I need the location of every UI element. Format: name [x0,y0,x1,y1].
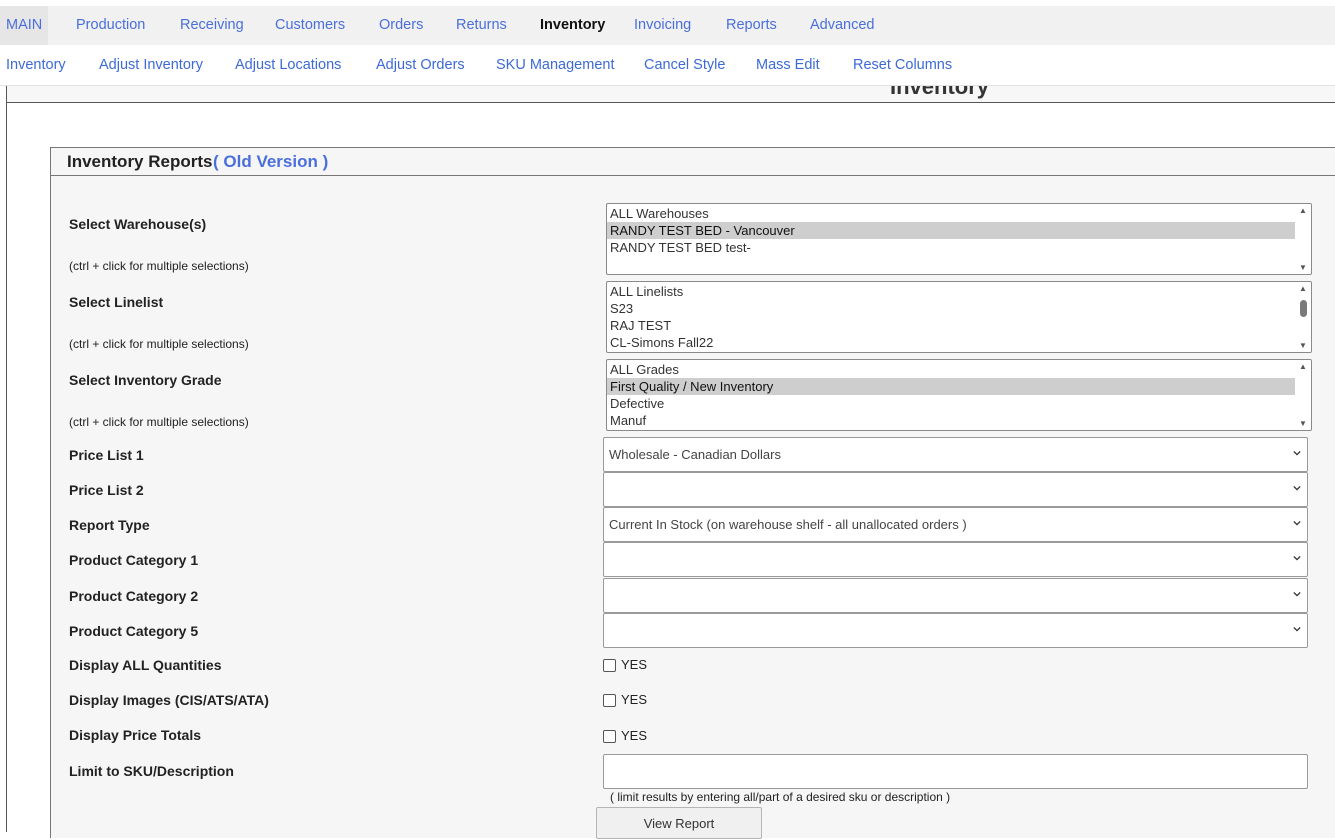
scroll-down-icon[interactable]: ▼ [1299,419,1307,428]
page-header: Inventory [6,86,1335,103]
warehouse-label: Select Warehouse(s) [69,216,207,232]
subnav-adjust-locations[interactable]: Adjust Locations [235,45,341,85]
report-type-select[interactable]: Current In Stock (on warehouse shelf - a… [603,507,1308,542]
category-2-select[interactable] [603,578,1308,613]
price-list-1-value: Wholesale - Canadian Dollars [609,447,781,462]
display-totals-option: YES [621,728,648,743]
category-1-label: Product Category 1 [69,552,199,568]
grade-option[interactable]: ALL Grades [607,361,1295,378]
scrollbar[interactable]: ▲ ▼ [1296,204,1311,274]
chevron-down-icon [1293,591,1301,597]
category-2-label: Product Category 2 [69,588,199,604]
sku-limit-input[interactable] [603,754,1308,789]
subnav-adjust-inventory[interactable]: Adjust Inventory [99,45,203,85]
price-list-2-select[interactable] [603,472,1308,507]
subnav-cancel-style[interactable]: Cancel Style [644,45,725,85]
chevron-down-icon [1293,450,1301,456]
top-nav: MAIN Production Receiving Customers Orde… [0,6,1335,45]
linelist-option[interactable]: RAJ TEST [607,317,1295,334]
report-type-value: Current In Stock (on warehouse shelf - a… [609,517,967,532]
old-version-link[interactable]: ( Old Version ) [213,152,328,172]
grade-option[interactable]: Defective [607,395,1295,412]
subnav-inventory[interactable]: Inventory [6,45,66,85]
panel-title: Inventory Reports [67,152,213,171]
chevron-down-icon [1293,520,1301,526]
nav-receiving[interactable]: Receiving [180,6,244,45]
report-type-label: Report Type [69,517,150,533]
chevron-down-icon [1293,555,1301,561]
nav-orders[interactable]: Orders [379,6,423,45]
nav-main[interactable]: MAIN [0,6,49,45]
display-all-option: YES [621,657,648,672]
sub-nav: Inventory Adjust Inventory Adjust Locati… [0,45,1335,86]
view-report-button[interactable]: View Report [596,807,762,839]
scroll-down-icon[interactable]: ▼ [1299,341,1307,350]
nav-invoicing[interactable]: Invoicing [634,6,691,45]
nav-inventory[interactable]: Inventory [540,6,605,45]
nav-returns[interactable]: Returns [456,6,507,45]
category-5-label: Product Category 5 [69,623,199,639]
scroll-down-icon[interactable]: ▼ [1299,263,1307,272]
display-all-checkbox[interactable] [603,659,616,672]
scrollbar[interactable]: ▲ ▼ [1296,360,1311,430]
warehouse-option[interactable]: ALL Warehouses [607,205,1295,222]
warehouse-option[interactable]: RANDY TEST BED test- [607,239,1295,256]
panel-header: Inventory Reports ( Old Version ) [51,148,1335,176]
subnav-sku-management[interactable]: SKU Management [496,45,614,85]
frame-border [6,86,7,832]
page-title: Inventory [890,86,990,99]
category-5-select[interactable] [603,613,1308,648]
linelist-select[interactable]: ALL Linelists S23 RAJ TEST CL-Simons Fal… [606,281,1312,353]
grade-select[interactable]: ALL Grades First Quality / New Inventory… [606,359,1312,431]
grade-hint: (ctrl + click for multiple selections) [69,415,249,429]
linelist-hint: (ctrl + click for multiple selections) [69,337,249,351]
linelist-option[interactable]: S23 [607,300,1295,317]
nav-production[interactable]: Production [76,6,145,45]
chevron-down-icon [1293,485,1301,491]
scroll-up-icon[interactable]: ▲ [1299,362,1307,371]
subnav-adjust-orders[interactable]: Adjust Orders [376,45,465,85]
display-images-checkbox[interactable] [603,694,616,707]
sku-limit-note: ( limit results by entering all/part of … [610,790,951,804]
nav-advanced[interactable]: Advanced [810,6,875,45]
grade-option[interactable]: Manuf [607,412,1295,429]
warehouse-select[interactable]: ALL Warehouses RANDY TEST BED - Vancouve… [606,203,1312,275]
display-totals-checkbox[interactable] [603,730,616,743]
scroll-thumb[interactable] [1300,300,1307,317]
display-totals-label: Display Price Totals [69,727,202,743]
scroll-up-icon[interactable]: ▲ [1299,206,1307,215]
display-images-label: Display Images (CIS/ATS/ATA) [69,692,269,708]
chevron-down-icon [1293,626,1301,632]
price-list-2-label: Price List 2 [69,482,144,498]
nav-reports[interactable]: Reports [726,6,777,45]
grade-label: Select Inventory Grade [69,372,222,388]
scroll-up-icon[interactable]: ▲ [1299,284,1307,293]
sku-limit-label: Limit to SKU/Description [69,763,234,779]
scrollbar[interactable]: ▲ ▼ [1296,282,1311,352]
linelist-label: Select Linelist [69,294,164,310]
nav-customers[interactable]: Customers [275,6,345,45]
display-images-option: YES [621,692,648,707]
linelist-option[interactable]: ALL Linelists [607,283,1295,300]
price-list-1-label: Price List 1 [69,447,144,463]
display-all-label: Display ALL Quantities [69,657,222,673]
category-1-select[interactable] [603,542,1308,577]
linelist-option[interactable]: CL-Simons Fall22 [607,334,1295,351]
warehouse-hint: (ctrl + click for multiple selections) [69,259,249,273]
subnav-mass-edit[interactable]: Mass Edit [756,45,820,85]
subnav-reset-columns[interactable]: Reset Columns [853,45,952,85]
warehouse-option[interactable]: RANDY TEST BED - Vancouver [607,222,1295,239]
price-list-1-select[interactable]: Wholesale - Canadian Dollars [603,437,1308,472]
grade-option[interactable]: First Quality / New Inventory [607,378,1295,395]
